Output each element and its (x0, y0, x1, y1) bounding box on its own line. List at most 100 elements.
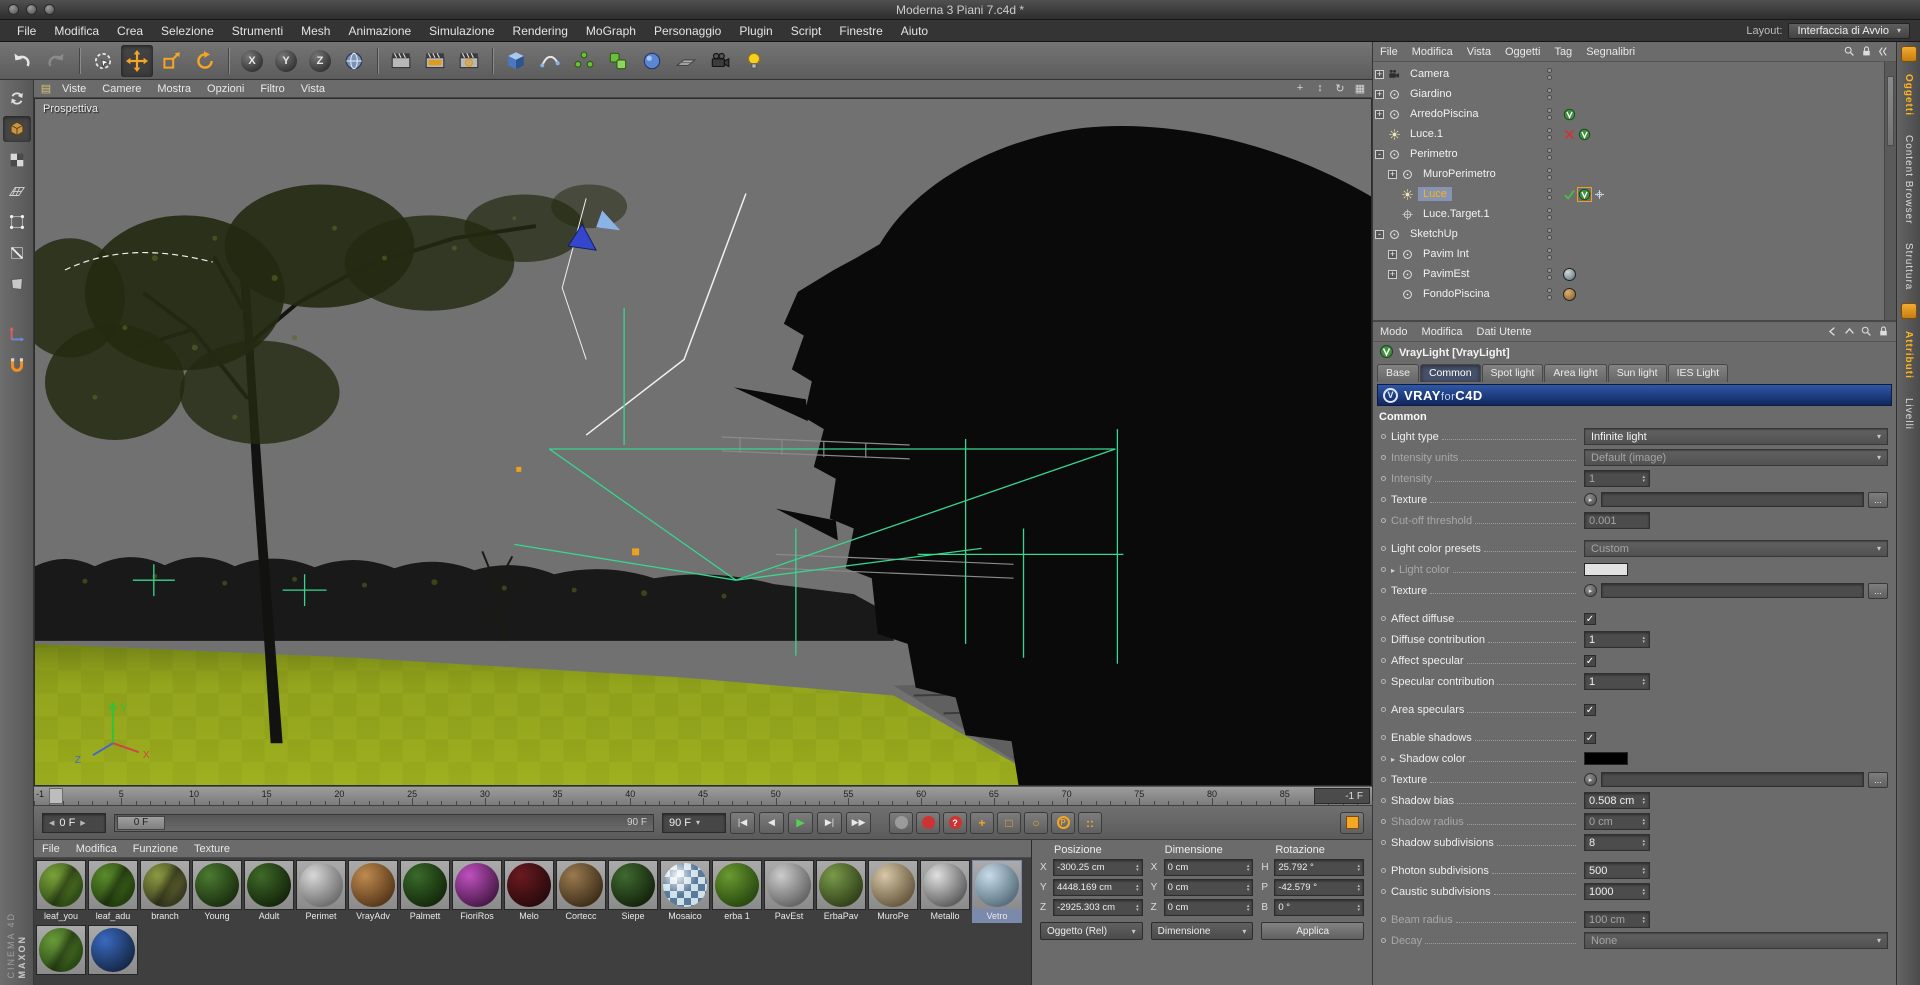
attribute-menu-modifica[interactable]: Modifica (1415, 326, 1470, 338)
section-header[interactable]: Common (1373, 406, 1896, 425)
add-spline-button[interactable] (534, 45, 566, 77)
material-item[interactable]: Melo (504, 860, 554, 923)
viewport-view-label[interactable]: Prospettiva (43, 103, 98, 115)
texture-field[interactable] (1601, 492, 1864, 507)
undo-button[interactable] (6, 45, 38, 77)
lock-icon[interactable] (1860, 45, 1873, 58)
menu-selezione[interactable]: Selezione (152, 20, 223, 42)
zoom-button[interactable] (44, 4, 55, 15)
expand-arrow-icon[interactable]: ▸ (1391, 566, 1399, 575)
scale-tool[interactable] (155, 45, 187, 77)
search-icon[interactable] (1843, 45, 1856, 58)
target-tag-icon[interactable] (1593, 188, 1606, 201)
viewport-menu-opzioni[interactable]: Opzioni (199, 83, 252, 95)
material-item[interactable]: Young (192, 860, 242, 923)
shadow-color-swatch[interactable] (1584, 752, 1628, 765)
material-item[interactable]: Perimet (296, 860, 346, 923)
editor-visibility-dot[interactable] (1546, 208, 1552, 213)
object-row[interactable]: - SketchUp (1373, 224, 1896, 244)
expand-arrow-icon[interactable]: ▸ (1391, 755, 1399, 764)
material-menu-funzione[interactable]: Funzione (125, 843, 186, 855)
render-picture-viewer-button[interactable] (419, 45, 451, 77)
menu-plugin[interactable]: Plugin (730, 20, 781, 42)
render-visibility-dot[interactable] (1546, 115, 1552, 120)
expand-toggle[interactable]: + (1375, 109, 1384, 119)
editor-visibility-dot[interactable] (1546, 128, 1552, 133)
object-row[interactable]: Luce.Target.1 (1373, 204, 1896, 224)
render-visibility-dot[interactable] (1546, 195, 1552, 200)
light-color-swatch[interactable] (1584, 563, 1628, 576)
object-row[interactable]: Luce (1373, 184, 1896, 204)
timeline-end-field[interactable]: -1 F (1314, 788, 1370, 804)
side-tab-attributi[interactable]: Attributi (1903, 324, 1914, 386)
rotazione-b-field[interactable]: 0 ° ▴ ▾ (1274, 899, 1364, 916)
material-menu-modifica[interactable]: Modifica (68, 843, 125, 855)
search-icon[interactable] (1860, 325, 1873, 338)
editor-visibility-dot[interactable] (1546, 188, 1552, 193)
layout-dropdown[interactable]: Interfaccia di Avvio ▾ (1788, 22, 1910, 39)
object-row[interactable]: FondoPiscina (1373, 284, 1896, 304)
animation-toggle-dot[interactable] (1381, 588, 1386, 593)
render-visibility-dot[interactable] (1546, 295, 1552, 300)
pan-view-icon[interactable]: + (1292, 82, 1308, 95)
object-manager-menu-oggetti[interactable]: Oggetti (1498, 46, 1547, 58)
browse-button[interactable]: ... (1868, 582, 1888, 599)
posizione-z-field[interactable]: -2925.303 cm ▴ ▾ (1053, 899, 1143, 916)
lock-y-axis-button[interactable]: Y (270, 45, 302, 77)
shadow-subdivisions-field[interactable]: 8 ▴ ▾ (1584, 834, 1650, 851)
timeline-ruler[interactable]: -1 F -1 5 10 15 20 25 30 35 40 45 50 55 60 65 70 75 80 85… (34, 786, 1373, 806)
objects-panel-icon[interactable] (1900, 46, 1917, 62)
side-tab-livelli[interactable]: Livelli (1903, 391, 1914, 437)
side-tab-struttura[interactable]: Struttura (1903, 236, 1914, 297)
object-manager-menu-vista[interactable]: Vista (1460, 46, 1498, 58)
material-item[interactable]: Siepe (608, 860, 658, 923)
vray-tag-icon[interactable] (1563, 108, 1576, 121)
browse-button[interactable]: ... (1868, 491, 1888, 508)
material-item[interactable]: erba 1 (712, 860, 762, 923)
browse-button[interactable]: ... (1868, 771, 1888, 788)
specular-contribution-field[interactable]: 1 ▴ ▾ (1584, 673, 1650, 690)
texture-tag-icon[interactable] (1563, 267, 1576, 281)
expand-toggle[interactable]: + (1375, 89, 1384, 99)
affect-specular-checkbox[interactable]: ✓ (1584, 654, 1596, 667)
material-item[interactable]: branch (140, 860, 190, 923)
editor-visibility-dot[interactable] (1546, 268, 1552, 273)
minimize-button[interactable] (26, 4, 37, 15)
goto-start-button[interactable]: |◀ (730, 811, 755, 834)
viewport-menu-viste[interactable]: Viste (54, 83, 94, 95)
menu-animazione[interactable]: Animazione (339, 20, 420, 42)
animation-toggle-dot[interactable] (1381, 840, 1386, 845)
shadow-bias-field[interactable]: 0.508 cm ▴ ▾ (1584, 792, 1650, 809)
object-manager-menu-modifica[interactable]: Modifica (1405, 46, 1460, 58)
lock-z-axis-button[interactable]: Z (304, 45, 336, 77)
object-row[interactable]: Luce.1 (1373, 124, 1896, 144)
render-visibility-dot[interactable] (1546, 75, 1552, 80)
light-type-dropdown[interactable]: Infinite light ▾ (1584, 428, 1888, 445)
posizione-y-field[interactable]: 4448.169 cm ▴ ▾ (1053, 879, 1143, 896)
caustic-subdivisions-field[interactable]: 1000 ▴ ▾ (1584, 883, 1650, 900)
lock-x-axis-button[interactable]: X (236, 45, 268, 77)
add-deformer-button[interactable] (636, 45, 668, 77)
add-light-button[interactable] (738, 45, 770, 77)
material-item[interactable] (88, 925, 138, 975)
current-frame-field[interactable]: ◀ 0 F ▶ (42, 812, 106, 833)
vray-tag-icon[interactable] (1577, 186, 1592, 202)
material-item[interactable]: Vetro (972, 860, 1022, 923)
live-selection-tool[interactable] (87, 45, 119, 77)
tab-area-light[interactable]: Area light (1544, 364, 1607, 382)
texture-field[interactable] (1601, 772, 1864, 787)
animation-toggle-dot[interactable] (1381, 434, 1386, 439)
editor-visibility-dot[interactable] (1546, 248, 1552, 253)
animation-toggle-dot[interactable] (1381, 616, 1386, 621)
editor-visibility-dot[interactable] (1546, 88, 1552, 93)
snap-tool[interactable] (3, 352, 31, 378)
viewport-menu-camere[interactable]: Camere (94, 83, 149, 95)
expand-toggle[interactable]: - (1375, 229, 1384, 239)
dimensione-z-field[interactable]: 0 cm ▴ ▾ (1163, 899, 1254, 916)
texture-preview-button[interactable]: ▸ (1584, 584, 1597, 597)
add-generator-button[interactable] (568, 45, 600, 77)
expand-toggle[interactable]: + (1375, 69, 1384, 79)
rotazione-p-field[interactable]: -42.579 ° ▴ ▾ (1274, 879, 1364, 896)
render-view-button[interactable] (385, 45, 417, 77)
material-item[interactable]: MuroPe (868, 860, 918, 923)
